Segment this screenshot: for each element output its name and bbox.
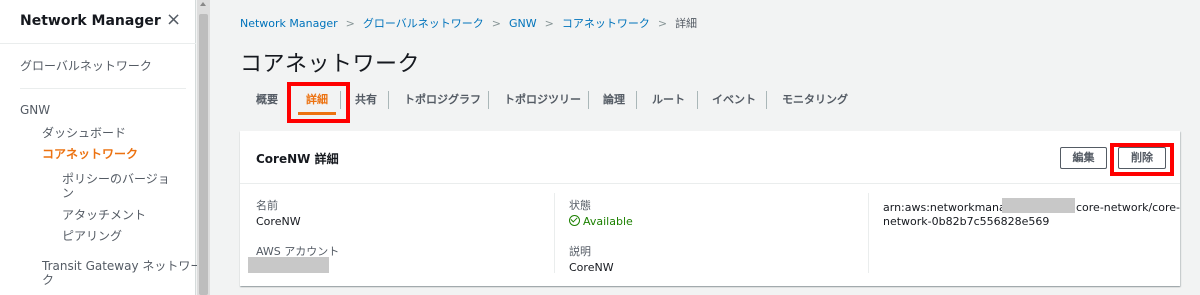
sidebar: Network Manager × グローバルネットワーク GNW ダッシュボー… [0,0,202,295]
scroll-up-icon[interactable] [200,2,206,6]
status-text: Available [583,215,633,228]
breadcrumb-separator: > [345,17,355,30]
close-icon[interactable]: × [166,10,181,30]
arn-suffix: core-network/core- [1076,201,1180,214]
page-title: コアネットワーク [240,52,421,77]
tab-overview[interactable]: 概要 [256,86,278,114]
edit-button[interactable]: 編集 [1060,147,1107,169]
sidebar-divider [20,88,186,89]
highlight-box-details-tab [287,82,350,123]
sidebar-item-policy-versions[interactable]: ポリシーのバージョ [62,170,170,187]
tab-sharing[interactable]: 共有 [355,86,377,114]
redacted-account-id [248,257,329,273]
tab-topology-tree[interactable]: トポロジツリー [504,86,581,114]
panel-title: CoreNW 詳細 [256,152,339,166]
tab-divider [488,91,489,109]
check-circle-icon [569,215,580,226]
breadcrumb-separator: > [544,17,554,30]
sidebar-item-policy-versions-wrap[interactable]: ン [62,184,74,201]
sidebar-header: Network Manager × [0,0,196,44]
sidebar-item-core-network[interactable]: コアネットワーク [42,145,138,162]
details-panel: CoreNW 詳細 編集 削除 名前 CoreNW AWS アカウント 状態 A… [240,131,1180,286]
sidebar-item-peering[interactable]: ピアリング [62,227,122,244]
tab-divider [697,91,698,109]
sidebar-item-global-network[interactable]: グローバルネットワーク [20,57,152,74]
breadcrumb-current: 詳細 [675,17,698,30]
sidebar-item-attachments[interactable]: アタッチメント [62,206,146,223]
state-label: 状態 [569,199,591,212]
column-divider [554,193,555,273]
breadcrumb: Network Manager > グローバルネットワーク > GNW > コアネットワーク… [240,15,697,31]
tab-routes[interactable]: ルート [652,86,685,114]
redacted-arn-account [1002,198,1075,213]
breadcrumb-network-manager[interactable]: Network Manager [240,17,338,30]
tab-topology-graph[interactable]: トポロジグラフ [404,86,481,114]
scrollbar-thumb[interactable] [199,14,208,295]
tab-divider [636,91,637,109]
tab-divider [388,91,389,109]
panel-header: CoreNW 詳細 編集 削除 [240,131,1180,184]
tab-logical[interactable]: 論理 [603,86,625,114]
sidebar-item-transit-gateway[interactable]: Transit Gateway ネットワー [42,257,202,274]
breadcrumb-separator: > [657,17,668,30]
sidebar-item-dashboard[interactable]: ダッシュボード [42,124,126,141]
tab-events[interactable]: イベント [712,86,756,114]
breadcrumb-separator: > [491,17,501,30]
breadcrumb-core-network[interactable]: コアネットワーク [562,17,650,30]
status-available: Available [569,215,633,228]
sidebar-item-transit-gateway-wrap[interactable]: ク [42,271,54,288]
tab-divider [588,91,589,109]
name-value: CoreNW [256,215,301,228]
breadcrumb-gnw[interactable]: GNW [509,17,537,30]
tab-divider [766,91,767,109]
sidebar-section-gnw: GNW [20,103,51,117]
highlight-box-delete-button [1110,143,1174,176]
arn-line-2: network-0b82b7c556828e569 [883,215,1050,228]
description-value: CoreNW [569,261,614,274]
sidebar-title: Network Manager [20,13,161,29]
breadcrumb-global-network[interactable]: グローバルネットワーク [363,17,484,30]
name-label: 名前 [256,199,278,212]
column-divider [868,193,869,273]
tab-monitoring[interactable]: モニタリング [782,86,848,114]
description-label: 説明 [569,245,591,258]
